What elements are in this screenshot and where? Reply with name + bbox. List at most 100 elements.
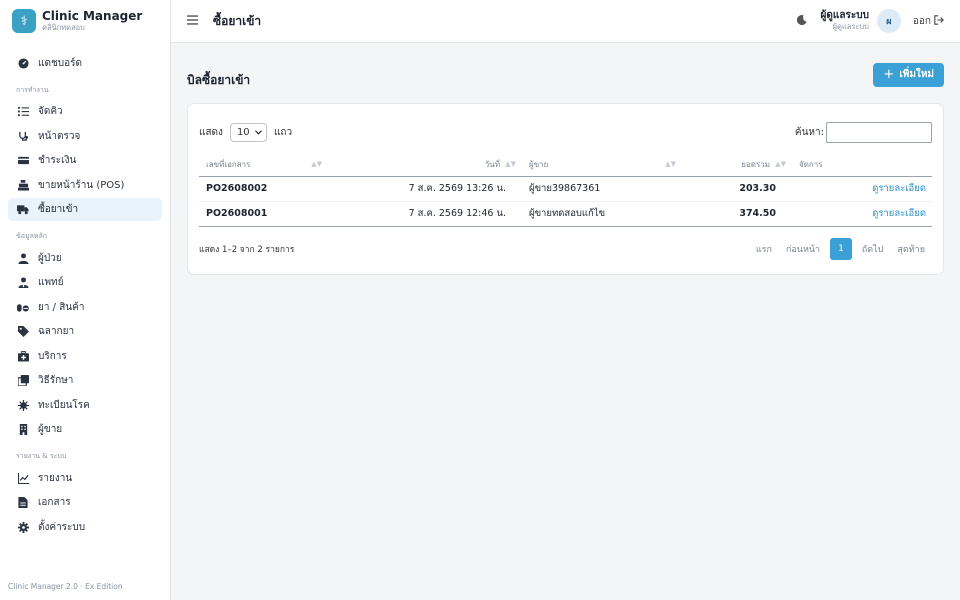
sidebar-item-dashboard[interactable]: แดชบอร์ด: [8, 52, 162, 75]
column-header-vendor[interactable]: ผู้ขาย ▲▼: [522, 154, 682, 177]
search-label: ค้นหา:: [794, 127, 824, 138]
cell-date: 7 ส.ค. 2569 13:26 น.: [328, 176, 522, 202]
content: บิลซื้อยาเข้า + เพิ่มใหม่ แสดง 10 แถว ค้…: [171, 43, 960, 291]
sidebar-item-label: ชำระเงิน: [38, 155, 77, 166]
cell-vendor: ผู้ขาย39867361: [522, 176, 682, 202]
pager-last[interactable]: สุดท้าย: [890, 238, 932, 260]
search-input[interactable]: [826, 122, 932, 143]
clinic-logo-icon: ⚕: [12, 9, 36, 33]
dark-mode-toggle-icon[interactable]: [796, 14, 807, 28]
sidebar-item-label: ทะเบียนโรค: [38, 399, 90, 411]
sidebar-item-documents[interactable]: เอกสาร: [8, 491, 162, 514]
user-role: ผู้ดูแลระบบ: [832, 22, 869, 31]
view-details-link[interactable]: ดูรายละเอียด: [792, 176, 932, 202]
brand-name: Clinic Manager: [42, 9, 143, 23]
user-info[interactable]: ผู้ดูแลระบบ ผู้ดูแลระบบ: [821, 10, 869, 32]
sidebar-item-doctors[interactable]: แพทย์: [8, 271, 162, 294]
medkit-icon: [17, 350, 29, 362]
sidebar-item-queue[interactable]: จัดคิว: [8, 100, 162, 123]
view-details-link[interactable]: ดูรายละเอียด: [792, 201, 932, 227]
pager-first[interactable]: แรก: [749, 238, 779, 260]
logout-button[interactable]: ออก: [913, 14, 944, 29]
sidebar-item-label: หน้าตรวจ: [38, 130, 81, 142]
page-title: บิลซื้อยาเข้า: [187, 73, 251, 87]
cash-register-icon: [17, 179, 29, 191]
column-header-total[interactable]: ยอดรวม ▲▼: [682, 154, 792, 177]
user-icon: [17, 252, 29, 264]
sort-icon: ▲▼: [505, 160, 516, 168]
page-length-value: 10: [236, 127, 250, 138]
sidebar-item-services[interactable]: บริการ: [8, 345, 162, 368]
table-header-row: เลขที่เอกสาร ▲▼ วันที่ ▲▼ ผู้ขาย ▲▼ ยอดรวม ▲…: [199, 154, 932, 177]
sidebar-item-settings[interactable]: ตั้งค่าระบบ: [8, 516, 162, 539]
sidebar-item-patients[interactable]: ผู้ป่วย: [8, 247, 162, 270]
sidebar-nav: แดชบอร์ด การทำงาน จัดคิว หน้าตรวจ ชำระเง: [0, 42, 170, 539]
pager-next[interactable]: ถัดไป: [855, 238, 891, 260]
sidebar-item-label: ตั้งค่าระบบ: [38, 521, 86, 533]
sidebar-item-label: ซื้อยาเข้า: [38, 204, 79, 215]
sidebar-item-products[interactable]: ยา / สินค้า: [8, 296, 162, 319]
sidebar-item-diseases[interactable]: ทะเบียนโรค: [8, 394, 162, 417]
sidebar-item-exam[interactable]: หน้าตรวจ: [8, 125, 162, 148]
sidebar: ⚕ Clinic Manager คลินิกทดสอบ แดชบอร์ด กา…: [0, 0, 171, 600]
user-name: ผู้ดูแลระบบ: [820, 10, 869, 21]
cell-doc-no: PO2608002: [199, 176, 328, 202]
topbar: ซื้อยาเข้า ผู้ดูแลระบบ ผู้ดูแลระบบ ผ ออก: [171, 0, 960, 43]
page-length-select[interactable]: 10: [229, 123, 267, 142]
avatar[interactable]: ผ: [876, 9, 901, 33]
sidebar-item-label: ขายหน้าร้าน (POS): [38, 179, 125, 191]
brand[interactable]: ⚕ Clinic Manager คลินิกทดสอบ: [0, 0, 170, 42]
sidebar-item-label: รายงาน: [38, 472, 73, 484]
layers-icon: [17, 375, 29, 387]
table-row: PO2608001 7 ส.ค. 2569 12:46 น. ผู้ขายทดส…: [199, 201, 932, 227]
sidebar-item-label: วิธีรักษา: [38, 375, 74, 386]
sidebar-item-label: แดชบอร์ด: [38, 57, 82, 69]
cell-vendor: ผู้ขายทดสอบแก้ไข: [522, 201, 682, 227]
chart-icon: [17, 472, 29, 484]
building-icon: [17, 424, 29, 436]
chevron-down-icon: [254, 127, 262, 138]
document-icon: [17, 497, 29, 509]
hamburger-menu-icon[interactable]: [187, 14, 203, 29]
dashboard-icon: [17, 57, 29, 69]
add-new-button[interactable]: + เพิ่มใหม่: [873, 62, 944, 87]
sidebar-item-label: ผู้ป่วย: [38, 252, 62, 264]
sidebar-item-label: บริการ: [38, 350, 67, 362]
sidebar-item-label: เอกสาร: [38, 497, 71, 508]
doctor-icon: [17, 277, 29, 289]
sidebar-item-vendors[interactable]: ผู้ขาย: [8, 418, 162, 441]
sidebar-item-label: แพทย์: [38, 277, 64, 288]
cell-total: 374.50: [682, 201, 792, 227]
app-root: ⚕ Clinic Manager คลินิกทดสอบ แดชบอร์ด กา…: [0, 0, 960, 600]
sidebar-item-reports[interactable]: รายงาน: [8, 467, 162, 490]
column-header-doc-no[interactable]: เลขที่เอกสาร ▲▼: [199, 154, 328, 177]
gear-icon: [17, 521, 29, 533]
sidebar-item-label: ผู้ขาย: [38, 424, 63, 435]
purchase-table-card: แสดง 10 แถว ค้นหา: เลขที่เอกสาร ▲▼ วันที…: [187, 103, 944, 275]
sort-icon: ▲▼: [665, 160, 676, 168]
sidebar-item-labels[interactable]: ฉลากยา: [8, 320, 162, 343]
sidebar-footer: Clinic Manager 2.0 · Ex Edition: [8, 582, 123, 591]
queue-list-icon: [17, 106, 29, 118]
sidebar-item-payment[interactable]: ชำระเงิน: [8, 149, 162, 172]
pager-current-page[interactable]: 1: [830, 237, 852, 260]
sidebar-item-pos[interactable]: ขายหน้าร้าน (POS): [8, 174, 162, 197]
nav-section-reports: รายงาน & ระบบ: [16, 452, 67, 460]
table-info: แสดง 1–2 จาก 2 รายการ: [199, 244, 295, 255]
plus-icon: +: [883, 67, 895, 82]
logout-icon: [934, 14, 944, 28]
cell-date: 7 ส.ค. 2569 12:46 น.: [328, 201, 522, 227]
column-header-date[interactable]: วันที่ ▲▼: [328, 154, 522, 177]
sidebar-item-label: ฉลากยา: [38, 326, 75, 337]
cell-total: 203.30: [682, 176, 792, 202]
purchase-table: เลขที่เอกสาร ▲▼ วันที่ ▲▼ ผู้ขาย ▲▼ ยอดรวม ▲…: [199, 154, 932, 227]
sidebar-item-treatments[interactable]: วิธีรักษา: [8, 369, 162, 392]
credit-card-icon: [17, 155, 29, 167]
topbar-title: ซื้อยาเข้า: [213, 13, 262, 28]
table-row: PO2608002 7 ส.ค. 2569 13:26 น. ผู้ขาย398…: [199, 176, 932, 202]
column-header-actions: จัดการ: [792, 154, 932, 177]
logout-label: ออก: [912, 15, 931, 27]
sidebar-item-purchase[interactable]: ซื้อยาเข้า: [8, 198, 162, 221]
pills-icon: [17, 301, 29, 313]
pager-previous[interactable]: ก่อนหน้า: [779, 238, 827, 260]
